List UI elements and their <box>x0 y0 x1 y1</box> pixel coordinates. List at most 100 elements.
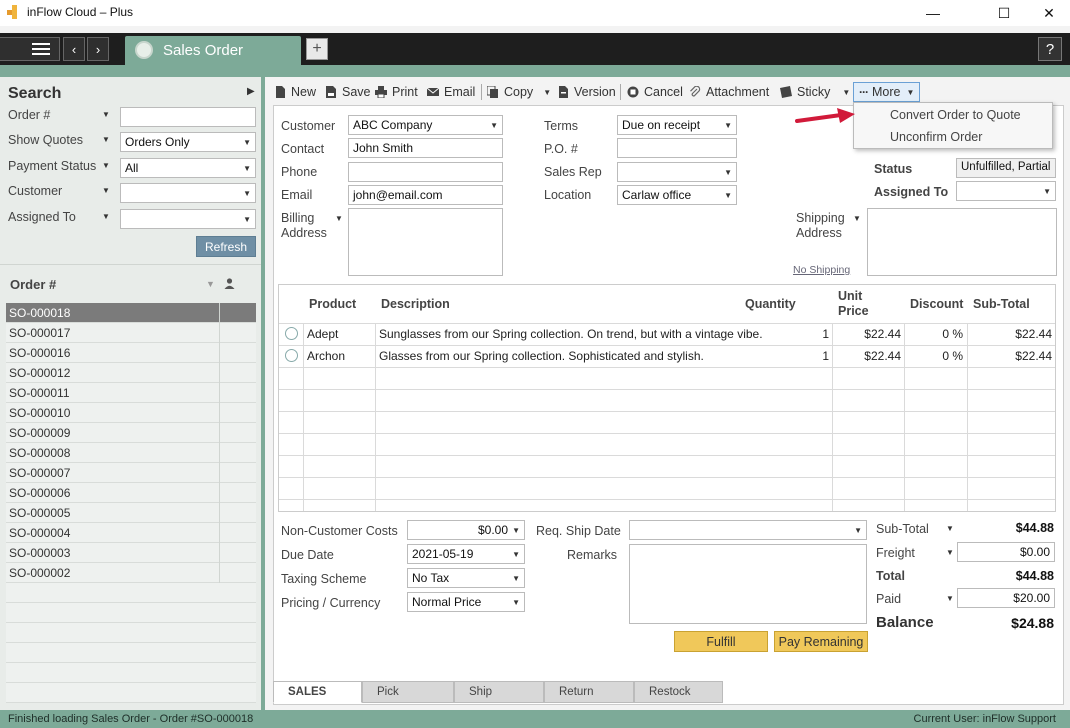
cell-unit-price[interactable]: $22.44 <box>835 327 901 341</box>
order-list-item[interactable]: SO-000006 <box>6 483 256 503</box>
filter-dropdown-icon[interactable]: ▼ <box>102 135 110 144</box>
contact-input[interactable]: John Smith <box>348 138 503 158</box>
customer-select[interactable]: ABC Company ▼ <box>348 115 503 135</box>
order-list-item[interactable]: SO-000009 <box>6 423 256 443</box>
row-select-radio[interactable] <box>285 349 298 362</box>
assigned-to-select[interactable]: ▼ <box>956 181 1056 201</box>
attachment-button[interactable]: Attachment <box>689 83 769 101</box>
show-quotes-select[interactable]: Orders Only ▼ <box>120 132 256 152</box>
non-customer-costs-input[interactable]: $0.00 ▼ <box>407 520 525 540</box>
sort-icon[interactable]: ▼ <box>206 279 215 289</box>
new-button[interactable]: New <box>274 83 316 101</box>
quantity-column-header[interactable]: Quantity <box>745 285 796 323</box>
copy-button[interactable]: Copy ▼ <box>487 83 551 101</box>
filter-dropdown-icon[interactable]: ▼ <box>102 186 110 195</box>
unconfirm-order-menu-item[interactable]: Unconfirm Order <box>890 130 982 144</box>
cell-discount[interactable]: 0 % <box>907 349 963 363</box>
minimize-button[interactable]: — <box>910 0 956 26</box>
order-number-input[interactable] <box>120 107 256 127</box>
billing-address-textarea[interactable] <box>348 208 503 276</box>
remarks-textarea[interactable] <box>629 544 867 624</box>
forward-button[interactable]: › <box>87 37 109 61</box>
order-list-item[interactable]: SO-000012 <box>6 363 256 383</box>
tab-restock[interactable]: Restock <box>634 681 723 703</box>
order-list-item[interactable]: SO-000011 <box>6 383 256 403</box>
req-ship-date-picker[interactable]: ▼ <box>629 520 867 540</box>
cell-quantity[interactable]: 1 <box>759 349 829 363</box>
shipping-dropdown-icon[interactable]: ▼ <box>853 214 861 223</box>
cell-description[interactable]: Glasses from our Spring collection. Soph… <box>379 349 704 363</box>
sales-rep-select[interactable]: ▼ <box>617 162 737 182</box>
order-list-item[interactable]: SO-000007 <box>6 463 256 483</box>
subtotal-dropdown-icon[interactable]: ▼ <box>946 524 954 533</box>
discount-column-header[interactable]: Discount <box>910 285 963 323</box>
close-window-button[interactable]: ✕ <box>1026 0 1070 26</box>
email-button[interactable]: Email <box>427 83 475 101</box>
billing-dropdown-icon[interactable]: ▼ <box>335 214 343 223</box>
maximize-button[interactable]: ☐ <box>981 0 1027 26</box>
convert-to-quote-menu-item[interactable]: Convert Order to Quote <box>890 108 1021 122</box>
tab-pick[interactable]: Pick <box>362 681 454 703</box>
po-input[interactable] <box>617 138 737 158</box>
filter-dropdown-icon[interactable]: ▼ <box>102 212 110 221</box>
row-select-radio[interactable] <box>285 327 298 340</box>
subtotal-column-header[interactable]: Sub-Total <box>973 285 1030 323</box>
copy-dropdown-icon[interactable]: ▼ <box>543 88 551 97</box>
order-list-item[interactable]: SO-000017 <box>6 323 256 343</box>
cell-discount[interactable]: 0 % <box>907 327 963 341</box>
order-list-item[interactable]: SO-000003 <box>6 543 256 563</box>
order-list-item[interactable]: SO-000018 <box>6 303 256 323</box>
table-row[interactable]: Adept Sunglasses from our Spring collecti… <box>279 323 1055 345</box>
sticky-dropdown-icon[interactable]: ▼ <box>842 88 850 97</box>
paid-input[interactable]: $20.00 <box>957 588 1055 608</box>
unit-price-column-header[interactable]: Unit Price <box>838 285 869 323</box>
cancel-order-button[interactable]: Cancel <box>627 83 683 101</box>
tab-ship[interactable]: Ship <box>454 681 544 703</box>
order-list-item[interactable]: SO-000002 <box>6 563 256 583</box>
phone-input[interactable] <box>348 162 503 182</box>
freight-input[interactable]: $0.00 <box>957 542 1055 562</box>
sticky-button[interactable]: Sticky ▼ <box>780 83 850 101</box>
save-button[interactable]: Save <box>325 83 371 101</box>
order-list-item[interactable]: SO-000004 <box>6 523 256 543</box>
assigned-to-filter-select[interactable]: ▼ <box>120 209 256 229</box>
shipping-address-textarea[interactable] <box>867 208 1057 276</box>
terms-select[interactable]: Due on receipt ▼ <box>617 115 737 135</box>
pricing-currency-select[interactable]: Normal Price ▼ <box>407 592 525 612</box>
cell-product[interactable]: Archon <box>307 349 345 363</box>
order-list-item[interactable]: SO-000005 <box>6 503 256 523</box>
order-column-header[interactable]: Order # <box>10 277 56 292</box>
payment-status-select[interactable]: All ▼ <box>120 158 256 178</box>
back-button[interactable]: ‹ <box>63 37 85 61</box>
refresh-button[interactable]: Refresh <box>196 236 256 257</box>
version-button[interactable]: Version <box>557 83 616 101</box>
cell-subtotal[interactable]: $22.44 <box>971 327 1052 341</box>
paid-dropdown-icon[interactable]: ▼ <box>946 594 954 603</box>
email-input[interactable]: john@email.com <box>348 185 503 205</box>
order-list-item[interactable]: SO-000008 <box>6 443 256 463</box>
order-list-item[interactable]: SO-000016 <box>6 343 256 363</box>
fulfill-button[interactable]: Fulfill <box>674 631 768 652</box>
cell-product[interactable]: Adept <box>307 327 338 341</box>
pay-remaining-button[interactable]: Pay Remaining <box>774 631 868 652</box>
cell-description[interactable]: Sunglasses from our Spring collection. O… <box>379 327 763 341</box>
product-column-header[interactable]: Product <box>309 285 356 323</box>
help-button[interactable]: ? <box>1038 37 1062 61</box>
cell-unit-price[interactable]: $22.44 <box>835 349 901 363</box>
add-tab-button[interactable]: + <box>306 38 328 60</box>
no-shipping-link[interactable]: No Shipping <box>793 264 850 276</box>
print-button[interactable]: Print <box>375 83 418 101</box>
collapse-panel-icon[interactable]: ▶ <box>247 86 255 97</box>
customer-filter-select[interactable]: ▼ <box>120 183 256 203</box>
filter-dropdown-icon[interactable]: ▼ <box>102 161 110 170</box>
taxing-scheme-select[interactable]: No Tax ▼ <box>407 568 525 588</box>
location-select[interactable]: Carlaw office ▼ <box>617 185 737 205</box>
tab-sales-order[interactable]: Sales Order <box>125 36 301 65</box>
due-date-picker[interactable]: 2021-05-19 ▼ <box>407 544 525 564</box>
menu-button[interactable] <box>0 37 60 61</box>
description-column-header[interactable]: Description <box>381 285 450 323</box>
cell-subtotal[interactable]: $22.44 <box>971 349 1052 363</box>
order-list-item[interactable]: SO-000010 <box>6 403 256 423</box>
freight-dropdown-icon[interactable]: ▼ <box>946 548 954 557</box>
user-filter-icon[interactable] <box>224 278 235 289</box>
